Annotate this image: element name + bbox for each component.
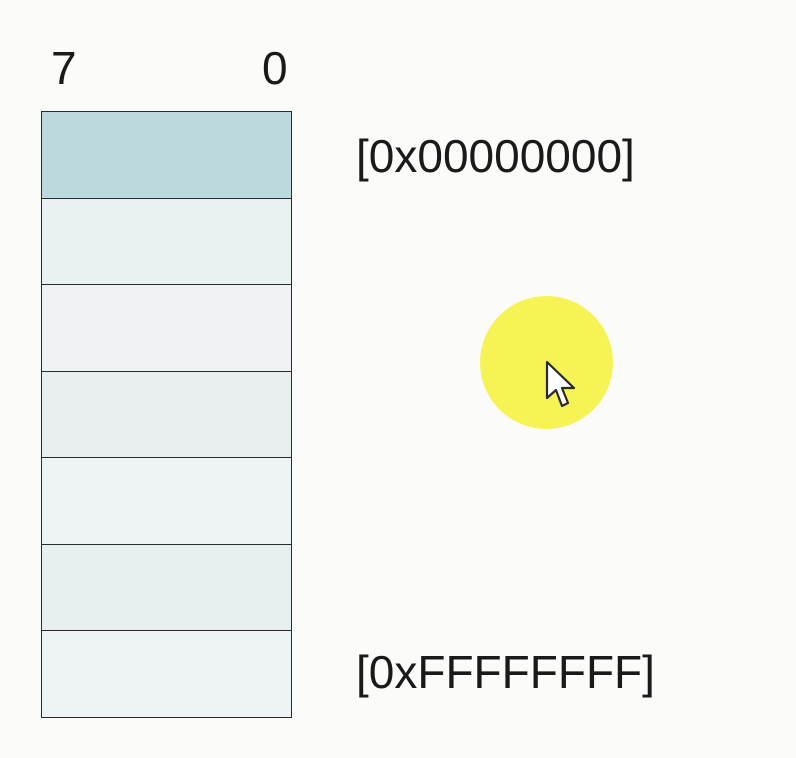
memory-cell — [42, 285, 291, 372]
address-end-label: [0xFFFFFFFF] — [356, 646, 655, 698]
memory-cell — [42, 631, 291, 718]
bit-label-high: 7 — [51, 42, 77, 94]
memory-column — [41, 111, 292, 718]
bit-label-low: 0 — [262, 42, 288, 94]
memory-cell — [42, 458, 291, 545]
address-start-label: [0x00000000] — [356, 130, 635, 182]
memory-cell — [42, 544, 291, 632]
memory-cell — [42, 371, 291, 459]
pointer-arrow-icon — [545, 360, 576, 408]
memory-cell — [42, 112, 291, 199]
memory-cell — [42, 198, 291, 286]
